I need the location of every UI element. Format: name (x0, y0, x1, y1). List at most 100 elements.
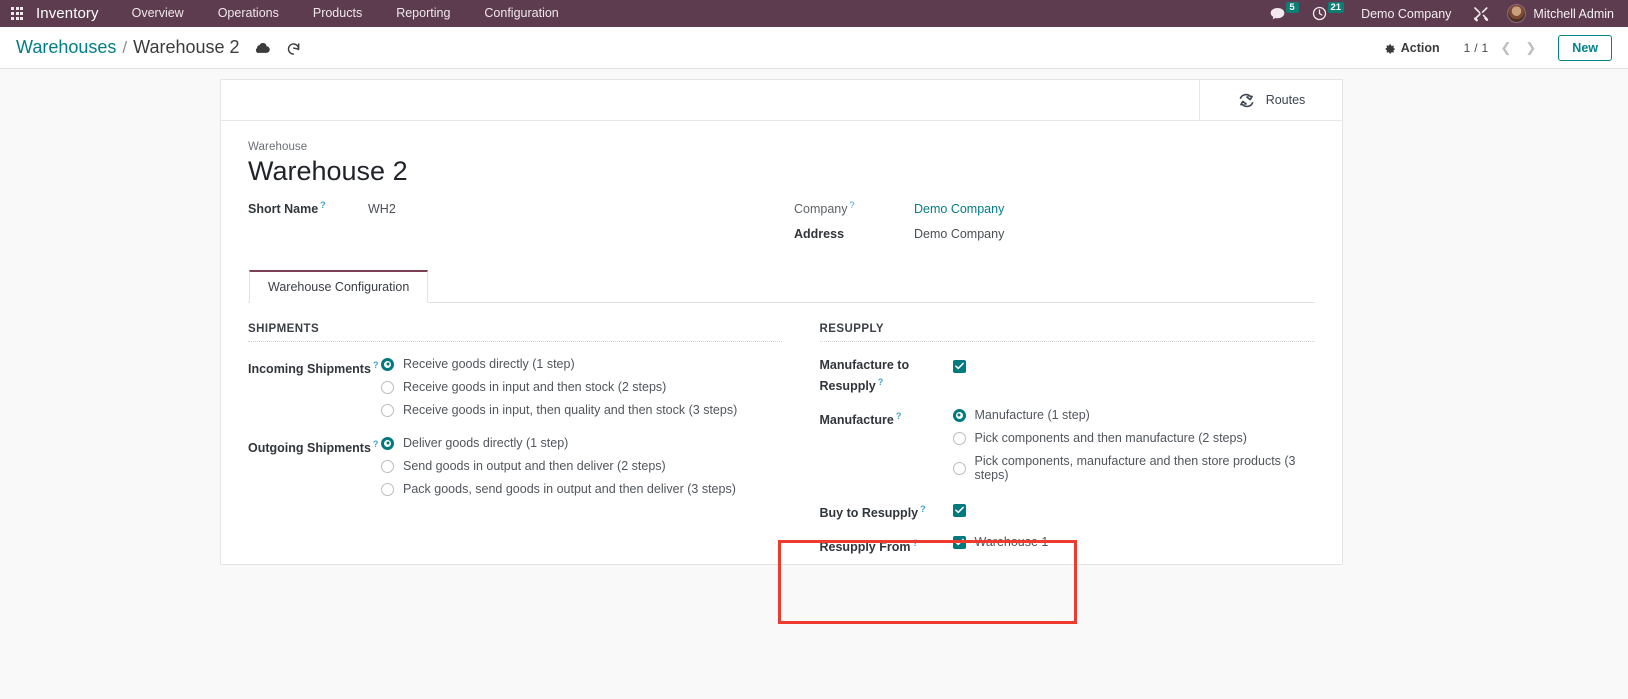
menu-operations[interactable]: Operations (201, 0, 296, 27)
chevron-left-icon[interactable]: ❮ (1498, 40, 1513, 56)
field-resupply-from: Resupply From? Warehouse 1 (820, 535, 1316, 556)
action-menu-button[interactable]: Action (1374, 37, 1450, 59)
menu-products[interactable]: Products (296, 0, 379, 27)
radio-icon[interactable] (952, 461, 966, 475)
stat-button-label: Routes (1265, 93, 1306, 107)
radio-icon[interactable] (952, 408, 966, 422)
shipments-group-title: SHIPMENTS (248, 323, 782, 343)
help-icon[interactable]: ? (373, 439, 379, 449)
stat-button-box: Routes (221, 80, 1342, 121)
help-icon[interactable]: ? (878, 377, 884, 387)
radio-label: Pick components, manufacture and then st… (974, 454, 1296, 483)
tab-warehouse-configuration[interactable]: Warehouse Configuration (249, 270, 429, 304)
help-icon[interactable]: ? (913, 538, 919, 548)
chevron-right-icon[interactable]: ❯ (1523, 40, 1538, 56)
app-page: Inventory Overview Operations Products R… (0, 0, 1628, 699)
radio-icon[interactable] (381, 380, 394, 394)
sheet-body: Warehouse Warehouse 2 Short Name? WH2 Co… (221, 121, 1342, 570)
developer-tools-menu[interactable] (1463, 6, 1499, 22)
breadcrumb: Warehouses / Warehouse 2 (16, 37, 240, 58)
radio-label: Receive goods in input and then stock (2… (403, 380, 667, 395)
discard-button[interactable] (286, 41, 301, 55)
help-icon[interactable]: ? (850, 200, 855, 210)
page-title[interactable]: Warehouse 2 (248, 154, 1315, 188)
new-button[interactable]: New (1558, 34, 1612, 61)
menu-overview[interactable]: Overview (115, 0, 201, 27)
outgoing-shipments-label: Outgoing Shipments? (248, 439, 379, 456)
radio-icon[interactable] (381, 482, 394, 496)
radio-label: Pick components and then manufacture (2 … (974, 431, 1247, 446)
group-shipments: SHIPMENTS Incoming Shipments? Receive go… (248, 323, 782, 569)
radio-manufacture-2steps[interactable]: Pick components and then manufacture (2 … (952, 431, 1316, 446)
company-switcher[interactable]: Demo Company (1349, 7, 1463, 21)
notebook-page-warehouse-configuration: SHIPMENTS Incoming Shipments? Receive go… (248, 303, 1315, 569)
checkbox-buy-to-resupply[interactable] (952, 503, 966, 517)
incoming-shipments-options: Receive goods directly (1 step) Receive … (381, 357, 782, 417)
field-buy-to-resupply: Buy to Resupply? (820, 501, 1316, 522)
address-value[interactable]: Demo Company (914, 227, 1004, 241)
app-brand-inventory[interactable]: Inventory (34, 5, 115, 22)
checkbox-label: Warehouse 1 (974, 535, 1049, 550)
checkbox-manufacture-to-resupply[interactable] (952, 359, 966, 373)
incoming-shipments-label: Incoming Shipments? (248, 360, 379, 377)
manufacture-label: Manufacture? (819, 411, 902, 428)
checkbox-resupply-from-warehouse-1[interactable]: Warehouse 1 (952, 535, 1316, 550)
radio-manufacture-3steps[interactable]: Pick components, manufacture and then st… (952, 454, 1316, 483)
field-address: Address Demo Company (794, 227, 1314, 241)
buy-to-resupply-control (952, 501, 1316, 522)
radio-icon[interactable] (952, 431, 966, 445)
resupply-from-options: Warehouse 1 (952, 535, 1316, 556)
cloud-save-icon (255, 42, 270, 53)
form-view-container: Routes Warehouse Warehouse 2 Short Name?… (0, 69, 1628, 699)
checkbox-icon[interactable] (952, 535, 966, 549)
refresh-cycle-icon (1239, 93, 1254, 107)
radio-label: Pack goods, send goods in output and the… (403, 482, 736, 497)
avatar (1507, 4, 1527, 23)
help-icon[interactable]: ? (920, 504, 926, 514)
radio-icon[interactable] (381, 403, 394, 417)
stat-button-routes[interactable]: Routes (1199, 80, 1342, 120)
pager-value[interactable]: 1 / 1 (1464, 41, 1489, 55)
check-icon (954, 362, 964, 370)
radio-incoming-1step[interactable]: Receive goods directly (1 step) (381, 357, 782, 371)
manufacture-to-resupply-control (952, 357, 1316, 395)
save-button[interactable] (254, 41, 270, 54)
messages-menu[interactable]: 5 (1262, 2, 1304, 21)
help-icon[interactable]: ? (896, 411, 902, 421)
control-panel-right: Action 1 / 1 ❮ ❯ New (1374, 34, 1612, 61)
activities-menu[interactable]: 21 (1304, 2, 1350, 21)
breadcrumb-current-record: Warehouse 2 (133, 37, 240, 57)
record-pager: 1 / 1 ❮ ❯ (1464, 40, 1539, 56)
radio-icon[interactable] (381, 459, 394, 473)
help-icon[interactable]: ? (320, 200, 326, 210)
activities-count-badge: 21 (1327, 2, 1345, 13)
control-panel: Warehouses / Warehouse 2 Action 1 / 1 ❮ … (0, 27, 1628, 69)
notebook: Warehouse Configuration SHIPMENTS Incomi… (248, 270, 1315, 569)
radio-icon[interactable] (381, 357, 394, 371)
address-label: Address (794, 227, 845, 242)
menu-reporting[interactable]: Reporting (379, 0, 467, 27)
clock-icon (1312, 6, 1326, 21)
user-menu[interactable]: Mitchell Admin (1499, 4, 1618, 23)
radio-label: Receive goods in input, then quality and… (403, 403, 738, 418)
radio-outgoing-1step[interactable]: Deliver goods directly (1 step) (381, 436, 782, 450)
radio-manufacture-1step[interactable]: Manufacture (1 step) (952, 408, 1316, 422)
record-dirty-actions (254, 41, 301, 55)
short-name-value[interactable]: WH2 (368, 202, 396, 216)
breadcrumb-warehouses[interactable]: Warehouses (16, 37, 116, 58)
resupply-from-label: Resupply From? (819, 538, 919, 555)
apps-menu-button[interactable] (0, 7, 34, 20)
radio-incoming-2steps[interactable]: Receive goods in input and then stock (2… (381, 380, 782, 394)
help-icon[interactable]: ? (373, 360, 379, 370)
field-company: Company? Demo Company (794, 200, 1314, 216)
wrench-screwdriver-icon (1474, 6, 1489, 21)
radio-outgoing-2steps[interactable]: Send goods in output and then deliver (2… (381, 459, 782, 473)
radio-label: Deliver goods directly (1 step) (403, 436, 569, 451)
radio-icon[interactable] (381, 436, 394, 450)
warehouse-name-caption: Warehouse (248, 141, 308, 153)
menu-configuration[interactable]: Configuration (467, 0, 575, 27)
check-icon (954, 539, 964, 546)
company-value[interactable]: Demo Company (914, 202, 1004, 216)
radio-outgoing-3steps[interactable]: Pack goods, send goods in output and the… (381, 482, 782, 496)
radio-incoming-3steps[interactable]: Receive goods in input, then quality and… (381, 403, 782, 417)
